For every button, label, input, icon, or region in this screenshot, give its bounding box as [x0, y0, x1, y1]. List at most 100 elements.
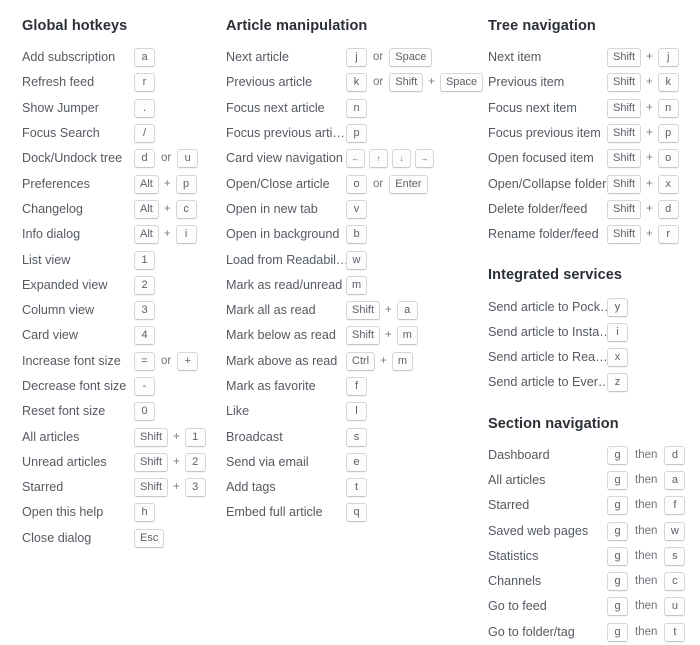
key-cap[interactable]: g	[607, 471, 628, 490]
key-cap[interactable]: f	[664, 496, 686, 516]
key-cap[interactable]: k	[346, 73, 367, 93]
key-cap[interactable]: p	[657, 124, 679, 144]
key-cap[interactable]: n	[346, 98, 367, 118]
key-cap[interactable]: p	[175, 174, 197, 194]
key-cap[interactable]: 2	[134, 275, 155, 295]
key-cap[interactable]: b	[346, 225, 367, 245]
key-cap[interactable]: Alt	[134, 225, 159, 245]
key-joiner-then: then	[635, 524, 658, 537]
key-cap[interactable]: c	[664, 572, 686, 592]
key-cap[interactable]: h	[134, 503, 155, 523]
key-cap[interactable]: v	[346, 199, 367, 219]
key-cap[interactable]: .	[134, 98, 155, 118]
key-cap[interactable]: l	[346, 402, 367, 422]
key-cap[interactable]: t	[346, 478, 367, 498]
key-cap[interactable]: p	[346, 124, 367, 144]
key-cap[interactable]: 0	[134, 402, 155, 422]
key-cap[interactable]: Shift	[607, 149, 642, 169]
key-cap[interactable]: Shift	[134, 478, 169, 498]
key-cap[interactable]: Alt	[134, 174, 159, 194]
key-cap[interactable]: u	[177, 149, 199, 169]
key-cap[interactable]: g	[607, 622, 628, 642]
key-cap[interactable]: Space	[439, 73, 484, 93]
key-cap[interactable]: Esc	[134, 528, 165, 548]
key-cap[interactable]: o	[657, 149, 679, 169]
key-cap[interactable]: Space	[389, 48, 433, 68]
key-cap[interactable]: 3	[184, 478, 206, 498]
key-cap[interactable]: s	[346, 427, 367, 447]
key-cap[interactable]: Shift	[607, 199, 642, 219]
key-cap[interactable]: Shift	[134, 452, 169, 472]
key-cap[interactable]: k	[657, 73, 679, 93]
key-cap[interactable]: Alt	[134, 199, 159, 219]
key-cap[interactable]: r	[657, 225, 679, 245]
key-cap[interactable]: Shift	[607, 98, 642, 118]
key-cap[interactable]: =	[134, 351, 155, 371]
shortcut-keys: Shift +2	[134, 452, 224, 472]
key-cap[interactable]: s	[664, 546, 686, 566]
key-cap[interactable]: g	[607, 572, 628, 592]
key-cap[interactable]: a	[396, 301, 418, 321]
key-cap[interactable]: Shift	[134, 427, 169, 447]
key-cap[interactable]: Enter	[389, 174, 428, 194]
shortcut-keys: Shift + a	[346, 301, 485, 321]
key-cap[interactable]: Shift	[607, 225, 642, 245]
key-cap[interactable]: Shift	[607, 174, 642, 194]
key-cap[interactable]: o	[346, 174, 367, 194]
key-cap[interactable]: n	[657, 98, 679, 118]
key-cap[interactable]: w	[346, 250, 367, 270]
key-cap[interactable]: Shift	[607, 48, 642, 68]
key-cap[interactable]: Ctrl	[346, 351, 376, 371]
key-cap[interactable]: 4	[134, 326, 155, 346]
key-cap[interactable]: a	[664, 471, 686, 490]
key-cap[interactable]: r	[134, 73, 155, 93]
key-cap[interactable]: g	[607, 521, 628, 541]
key-cap[interactable]: x	[657, 174, 679, 194]
key-cap[interactable]: q	[346, 503, 367, 523]
key-cap[interactable]: i	[175, 225, 197, 245]
key-cap[interactable]: 3	[134, 301, 155, 321]
arrow-key-cap[interactable]: ←	[346, 149, 365, 169]
key-cap[interactable]: 2	[184, 452, 206, 472]
key-cap[interactable]: f	[346, 377, 367, 396]
key-cap[interactable]: m	[391, 351, 413, 371]
arrow-key-cap[interactable]: →	[415, 149, 434, 169]
key-cap[interactable]: m	[396, 326, 418, 346]
arrow-key-cap[interactable]: ↑	[369, 149, 388, 169]
key-cap[interactable]: d	[664, 445, 686, 465]
key-cap[interactable]: e	[346, 452, 367, 472]
key-cap[interactable]: g	[607, 496, 628, 516]
key-cap[interactable]: +	[177, 351, 199, 371]
key-cap[interactable]: d	[657, 199, 679, 219]
key-cap[interactable]: d	[134, 149, 155, 169]
key-cap[interactable]: w	[664, 521, 686, 541]
key-cap[interactable]: 1	[184, 427, 206, 447]
key-cap[interactable]: z	[607, 373, 628, 393]
key-cap[interactable]: g	[607, 597, 628, 617]
key-cap[interactable]: t	[664, 622, 686, 642]
shortcut-row: Open/Close article o or Enter	[226, 171, 485, 196]
key-cap[interactable]: Shift	[607, 73, 642, 93]
shortcut-keys: Shift + o	[607, 149, 700, 169]
key-cap[interactable]: Shift	[389, 73, 424, 93]
key-cap[interactable]: g	[607, 546, 628, 566]
key-cap[interactable]: g	[607, 445, 628, 465]
key-cap[interactable]: -	[134, 377, 155, 396]
key-cap[interactable]: 1	[134, 250, 155, 270]
shortcut-row: Next item Shift + j	[488, 45, 700, 70]
key-cap[interactable]: u	[664, 597, 686, 617]
key-cap[interactable]: c	[175, 199, 197, 219]
key-cap[interactable]: i	[607, 322, 628, 342]
key-cap[interactable]: Shift	[346, 301, 381, 321]
key-cap[interactable]: Shift	[346, 326, 381, 346]
shortcut-row: Open in new tab v	[226, 197, 485, 222]
key-cap[interactable]: j	[346, 48, 367, 68]
key-cap[interactable]: j	[657, 48, 679, 68]
key-cap[interactable]: a	[134, 48, 155, 68]
key-cap[interactable]: y	[607, 297, 628, 317]
key-cap[interactable]: Shift	[607, 124, 642, 144]
key-cap[interactable]: /	[134, 124, 155, 144]
key-cap[interactable]: m	[346, 275, 368, 295]
key-cap[interactable]: x	[607, 348, 628, 368]
arrow-key-cap[interactable]: ↓	[392, 149, 411, 169]
